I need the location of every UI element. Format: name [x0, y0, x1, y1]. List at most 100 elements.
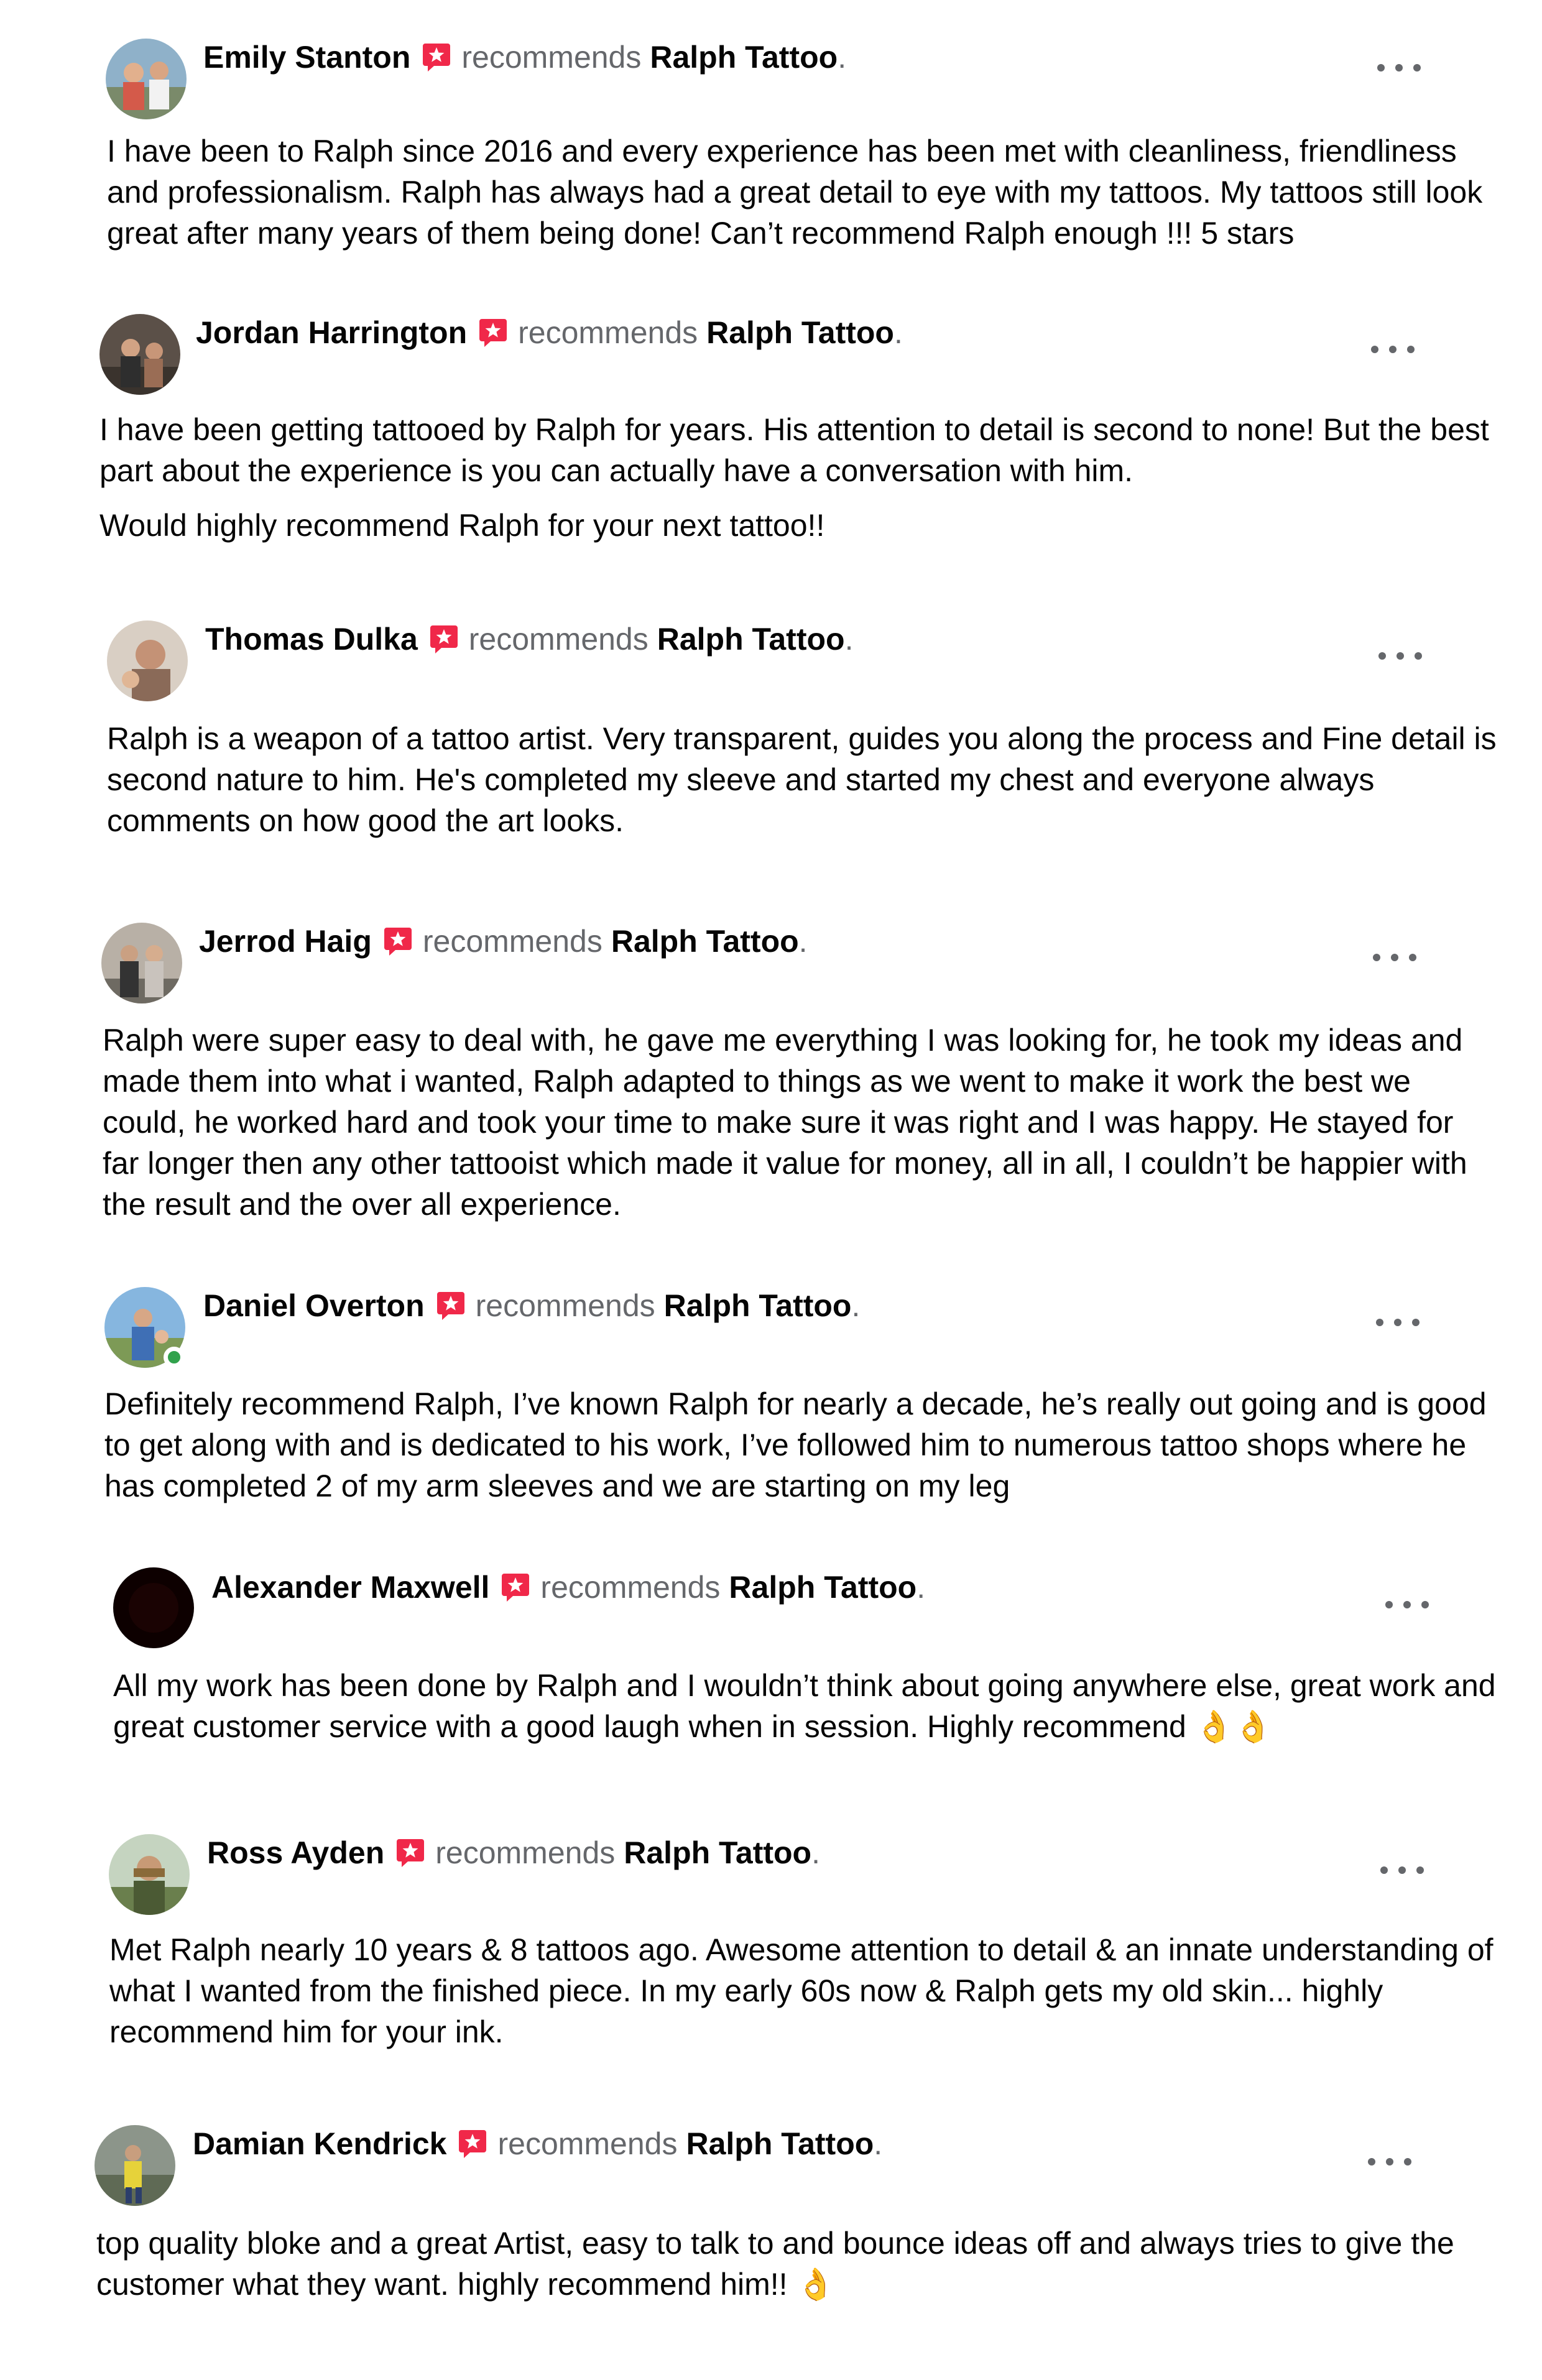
author-name[interactable]: Thomas Dulka [205, 620, 418, 658]
avatar[interactable] [107, 620, 188, 701]
more-options-button[interactable] [1376, 1313, 1420, 1332]
review-text: Definitely recommend Ralph, I’ve known R… [104, 1383, 1497, 1506]
dot-icon [1371, 346, 1378, 353]
dot-icon [1368, 2158, 1375, 2166]
period: . [851, 1288, 861, 1323]
dot-icon [1416, 1866, 1424, 1874]
recommends-label: recommends [518, 315, 698, 350]
review-header: Ross Ayden recommends Ralph Tattoo. [207, 1834, 820, 1871]
period: . [838, 40, 847, 75]
review-paragraph: I have been getting tattooed by Ralph fo… [99, 412, 1489, 488]
dot-icon [1391, 954, 1398, 961]
dot-icon [1415, 652, 1422, 660]
recommends-label: recommends [468, 622, 649, 657]
period: . [874, 2126, 883, 2161]
recommends-label: recommends [497, 2126, 678, 2161]
review-text: Ralph is a weapon of a tattoo artist. Ve… [107, 718, 1500, 841]
dot-icon [1385, 1601, 1393, 1608]
review-paragraph: All my work has been done by Ralph and I… [113, 1668, 1496, 1744]
review-text: All my work has been done by Ralph and I… [113, 1665, 1506, 1747]
page-name-link[interactable]: Ralph Tattoo [657, 620, 845, 658]
review-text: I have been getting tattooed by Ralph fo… [99, 409, 1492, 546]
recommends-label: recommends [540, 1570, 721, 1605]
page-name-link[interactable]: Ralph Tattoo [706, 314, 894, 351]
page-name-link[interactable]: Ralph Tattoo [624, 1834, 811, 1871]
dot-icon [1412, 1319, 1420, 1326]
dot-icon [1398, 1866, 1406, 1874]
page-name-link[interactable]: Ralph Tattoo [611, 923, 799, 960]
review-text: Met Ralph nearly 10 years & 8 tattoos ag… [109, 1929, 1502, 2052]
more-options-button[interactable] [1371, 340, 1415, 359]
review-header: Jordan Harrington recommends Ralph Tatto… [196, 314, 903, 351]
review-text: Ralph were super easy to deal with, he g… [103, 1020, 1495, 1225]
period: . [916, 1570, 926, 1605]
more-options-button[interactable] [1368, 2152, 1411, 2171]
period: . [893, 315, 903, 350]
author-name[interactable]: Damian Kendrick [193, 2125, 446, 2162]
avatar[interactable] [95, 2125, 175, 2206]
online-status-indicator [164, 1347, 185, 1368]
avatar[interactable] [109, 1834, 190, 1915]
recommend-badge-icon [382, 925, 414, 957]
author-name[interactable]: Jordan Harrington [196, 314, 467, 351]
dot-icon [1404, 2158, 1411, 2166]
dot-icon [1397, 652, 1404, 660]
dot-icon [1378, 652, 1386, 660]
author-name[interactable]: Jerrod Haig [199, 923, 372, 960]
dot-icon [1373, 954, 1380, 961]
author-name[interactable]: Emily Stanton [203, 39, 410, 76]
page-name-link[interactable]: Ralph Tattoo [650, 39, 838, 76]
dot-icon [1386, 2158, 1393, 2166]
dot-icon [1421, 1601, 1429, 1608]
dot-icon [1380, 1866, 1388, 1874]
recommend-badge-icon [499, 1571, 532, 1603]
recommend-badge-icon [420, 41, 453, 73]
avatar[interactable] [113, 1567, 194, 1648]
author-name[interactable]: Alexander Maxwell [211, 1569, 489, 1606]
author-name[interactable]: Ross Ayden [207, 1834, 384, 1871]
period: . [844, 622, 854, 657]
author-name[interactable]: Daniel Overton [203, 1287, 425, 1324]
review-header: Damian Kendrick recommends Ralph Tattoo. [193, 2125, 882, 2162]
more-options-button[interactable] [1377, 58, 1421, 77]
recommend-badge-icon [477, 316, 509, 349]
review-text: I have been to Ralph since 2016 and ever… [107, 131, 1500, 254]
recommends-label: recommends [435, 1835, 616, 1870]
avatar[interactable] [99, 314, 180, 395]
page-name-link[interactable]: Ralph Tattoo [729, 1569, 916, 1606]
recommend-badge-icon [428, 623, 460, 655]
review-paragraph: Ralph were super easy to deal with, he g… [103, 1023, 1467, 1222]
recommend-badge-icon [456, 2128, 489, 2160]
avatar[interactable] [101, 923, 182, 1003]
dot-icon [1376, 1319, 1383, 1326]
page-name-link[interactable]: Ralph Tattoo [664, 1287, 852, 1324]
dot-icon [1403, 1601, 1411, 1608]
review-header: Jerrod Haig recommends Ralph Tattoo. [199, 923, 808, 960]
more-options-button[interactable] [1373, 948, 1416, 967]
review-header: Thomas Dulka recommends Ralph Tattoo. [205, 620, 853, 658]
dot-icon [1394, 1319, 1401, 1326]
more-options-button[interactable] [1385, 1595, 1429, 1614]
dot-icon [1409, 954, 1416, 961]
review-paragraph: Ralph is a weapon of a tattoo artist. Ve… [107, 721, 1497, 838]
avatar[interactable] [106, 39, 187, 119]
more-options-button[interactable] [1378, 647, 1422, 665]
page-name-link[interactable]: Ralph Tattoo [686, 2125, 874, 2162]
review-paragraph: Would highly recommend Ralph for your ne… [99, 508, 825, 543]
review-text: top quality bloke and a great Artist, ea… [96, 2223, 1489, 2305]
review-paragraph: top quality bloke and a great Artist, ea… [96, 2226, 1454, 2302]
recommends-label: recommends [475, 1288, 655, 1323]
recommend-badge-icon [435, 1289, 467, 1322]
more-options-button[interactable] [1380, 1861, 1424, 1880]
period: . [798, 924, 808, 959]
review-header: Daniel Overton recommends Ralph Tattoo. [203, 1287, 860, 1324]
dot-icon [1395, 64, 1403, 71]
review-paragraph: I have been to Ralph since 2016 and ever… [107, 134, 1483, 251]
period: . [811, 1835, 820, 1870]
review-header: Alexander Maxwell recommends Ralph Tatto… [211, 1569, 925, 1606]
dot-icon [1377, 64, 1385, 71]
recommend-badge-icon [394, 1837, 427, 1869]
review-header: Emily Stanton recommends Ralph Tattoo. [203, 39, 846, 76]
recommends-label: recommends [461, 40, 642, 75]
recommends-label: recommends [422, 924, 602, 959]
